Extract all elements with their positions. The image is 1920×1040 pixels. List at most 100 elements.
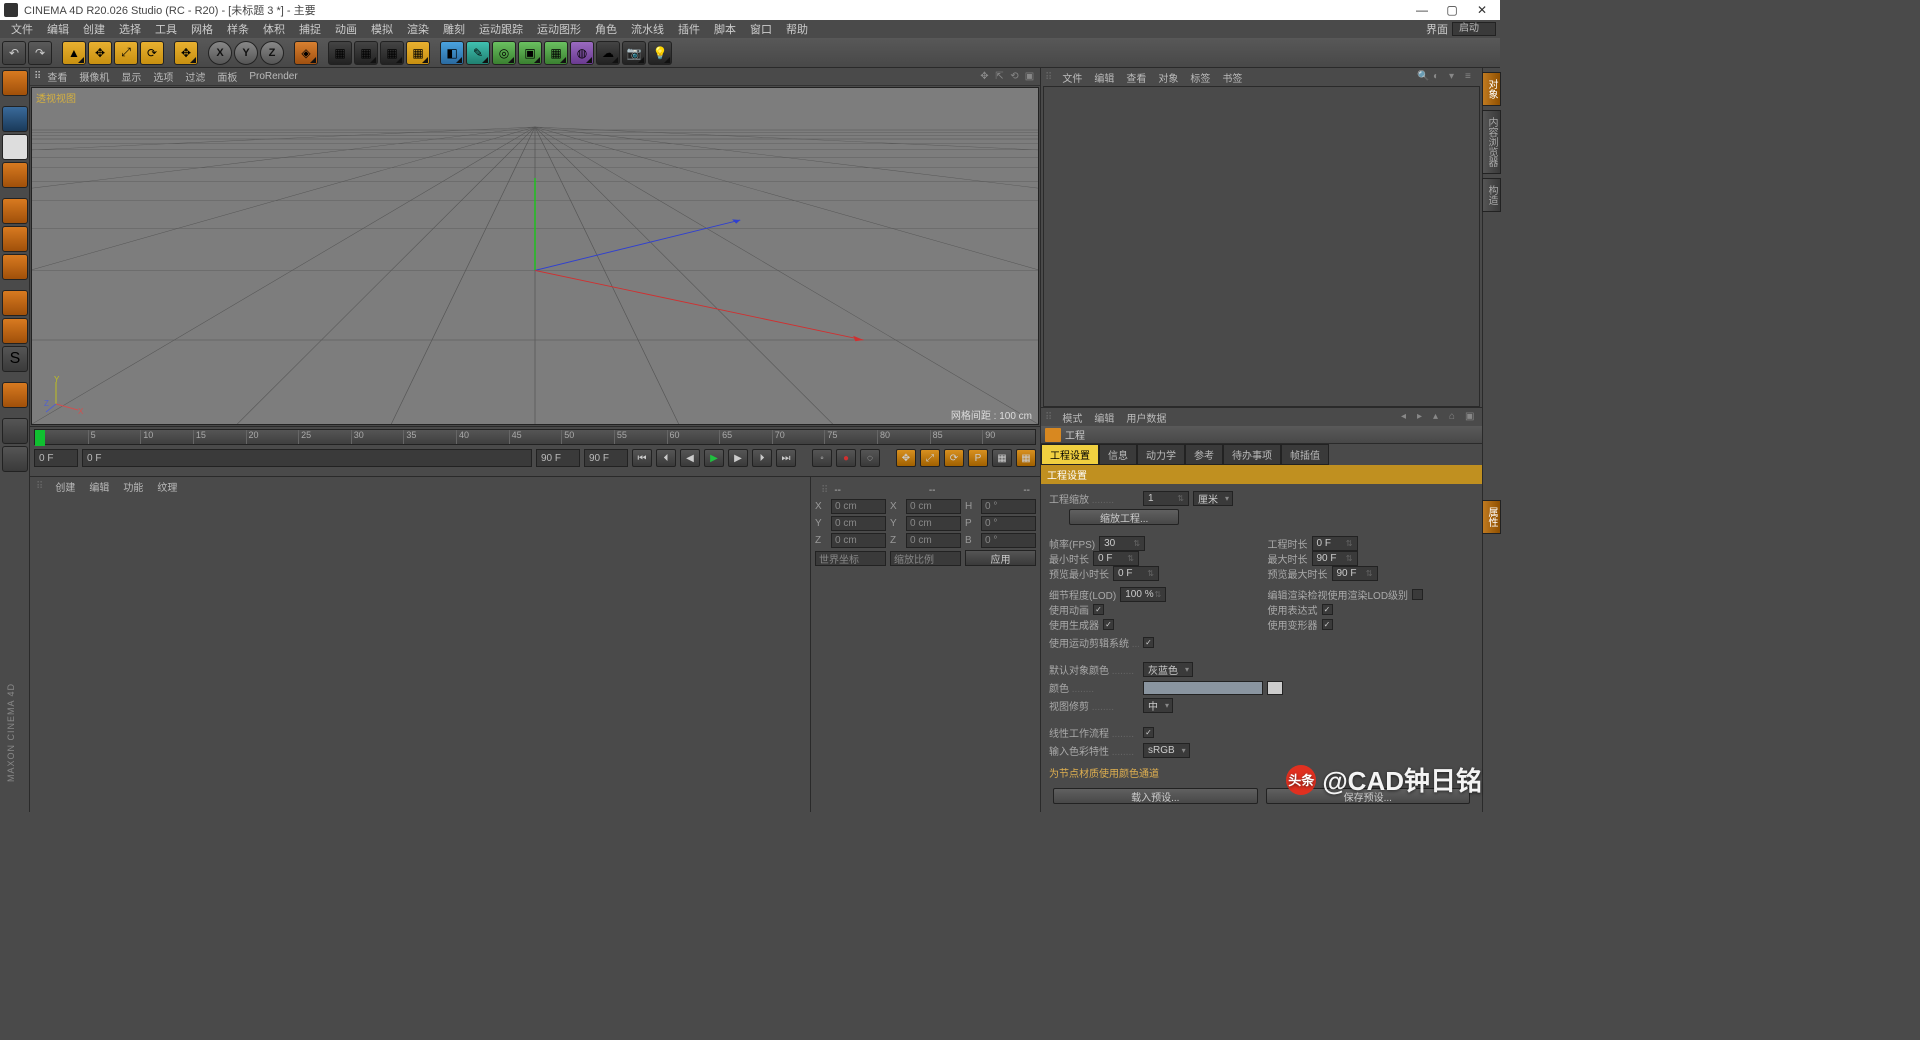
next-frame-button[interactable]: ▶ [728,449,748,467]
use-gen-check[interactable]: ✓ [1103,619,1114,630]
tab-dynamics[interactable]: 动力学 [1137,444,1185,465]
generator-button[interactable]: ◎ [492,41,516,65]
side-tab-structure[interactable]: 构造 [1482,178,1501,212]
array-button[interactable]: ▦ [544,41,568,65]
timeline-start-field[interactable]: 0 F [34,449,78,467]
mat-menu-texture[interactable]: 纹理 [151,479,183,494]
menu-file[interactable]: 文件 [4,21,40,37]
recent-tool[interactable]: ✥ [174,41,198,65]
obj-menu-edit[interactable]: 编辑 [1088,70,1120,85]
mat-menu-function[interactable]: 功能 [117,479,149,494]
magnet-tool-button[interactable] [2,382,28,408]
locked-workplane-button[interactable] [2,418,28,444]
menu-window[interactable]: 窗口 [743,21,779,37]
attr-menu-mode[interactable]: 模式 [1056,410,1088,425]
panel-grip-icon[interactable]: ⠿ [821,485,828,496]
menu-spline[interactable]: 样条 [220,21,256,37]
coord-space-dropdown[interactable]: 世界坐标 [815,551,886,566]
obj-menu-object[interactable]: 对象 [1152,70,1184,85]
maxtime-field[interactable]: 90 F⇅ [1312,551,1358,566]
panel-grip-icon[interactable]: ⠿ [1045,72,1052,83]
search-icon[interactable]: 🔍 [1417,71,1430,84]
use-def-check[interactable]: ✓ [1322,619,1333,630]
live-select-tool[interactable]: ▲ [62,41,86,65]
axis-mode-button[interactable] [2,290,28,316]
size-y-field[interactable]: 0 cm [906,516,961,531]
subdivision-button[interactable]: ▣ [518,41,542,65]
key-pos-button[interactable]: ✥ [896,449,916,467]
panel-grip-icon[interactable]: ⠿ [36,481,43,492]
use-anim-check[interactable]: ✓ [1093,604,1104,615]
obj-menu-tags[interactable]: 标签 [1184,70,1216,85]
edges-mode-button[interactable] [2,226,28,252]
scale-tool[interactable]: ⤢ [114,41,138,65]
record-key-button[interactable]: ◦ [812,449,832,467]
menu-snap[interactable]: 捕捉 [292,21,328,37]
spline-pen-button[interactable]: ✎ [466,41,490,65]
timeline-end-field[interactable]: 90 F [584,449,628,467]
menu-mesh[interactable]: 网格 [184,21,220,37]
lock-icon[interactable]: ▣ [1465,411,1478,424]
primitive-cube-button[interactable]: ◧ [440,41,464,65]
filter-icon[interactable]: ▾ [1449,71,1462,84]
obj-menu-view[interactable]: 查看 [1120,70,1152,85]
size-z-field[interactable]: 0 cm [906,533,961,548]
move-tool[interactable]: ✥ [88,41,112,65]
keyframe-sel-button[interactable]: ◌ [860,449,880,467]
pos-y-field[interactable]: 0 cm [831,516,886,531]
coord-system-button[interactable]: ◈ [294,41,318,65]
nav-up-icon[interactable]: ▴ [1433,411,1446,424]
menu-render[interactable]: 渲染 [400,21,436,37]
clip-dropdown[interactable]: 中 [1143,698,1173,713]
pos-z-field[interactable]: 0 cm [831,533,886,548]
tab-todo[interactable]: 待办事项 [1223,444,1281,465]
projtime-field[interactable]: 0 F⇅ [1312,536,1358,551]
key-pla-button[interactable]: ▦ [992,449,1012,467]
points-mode-button[interactable] [2,198,28,224]
render-settings-button[interactable]: ▦ [380,41,404,65]
tab-reference[interactable]: 参考 [1185,444,1223,465]
prev-key-button[interactable]: ⏴ [656,449,676,467]
menu-edit[interactable]: 编辑 [40,21,76,37]
obj-menu-bookmark[interactable]: 书签 [1216,70,1248,85]
x-axis-lock[interactable]: X [208,41,232,65]
eye-icon[interactable]: ◐ [1433,71,1446,84]
rotate-tool[interactable]: ⟳ [140,41,164,65]
goto-start-button[interactable]: ⏮ [632,449,652,467]
view-menu-display[interactable]: 显示 [115,69,147,84]
texture-mode-button[interactable] [2,134,28,160]
scale-project-button[interactable]: 缩放工程... [1069,509,1179,525]
z-axis-lock[interactable]: Z [260,41,284,65]
lod-field[interactable]: 100 %⇅ [1120,587,1166,602]
make-editable-button[interactable] [2,70,28,96]
use-expr-check[interactable]: ✓ [1322,604,1333,615]
timeline-current-field[interactable]: 0 F [82,449,532,467]
nav-back-icon[interactable]: ◂ [1401,411,1414,424]
nav-fwd-icon[interactable]: ▸ [1417,411,1430,424]
view-menu-view[interactable]: 查看 [41,69,73,84]
rot-h-field[interactable]: 0 ° [981,499,1036,514]
fps-field[interactable]: 30⇅ [1099,536,1145,551]
view-menu-filter[interactable]: 过滤 [179,69,211,84]
panel-grip-icon[interactable]: ⠿ [34,71,41,82]
view-menu-panel[interactable]: 面板 [211,69,243,84]
mintime-field[interactable]: 0 F⇅ [1093,551,1139,566]
close-button[interactable]: ✕ [1476,4,1488,16]
tab-project-settings[interactable]: 工程设置 [1041,444,1099,465]
rot-p-field[interactable]: 0 ° [981,516,1036,531]
viewport-zoom-icon[interactable]: ⇱ [993,70,1006,83]
viewport-pan-icon[interactable]: ✥ [978,70,991,83]
timeline-sliderend-field[interactable]: 90 F [536,449,580,467]
project-scale-unit-dropdown[interactable]: 厘米 [1193,491,1233,506]
timeline-ruler[interactable]: 05 1015 2025 3035 4045 5055 6065 7075 80… [34,429,1036,445]
menu-tools[interactable]: 工具 [148,21,184,37]
rot-b-field[interactable]: 0 ° [981,533,1036,548]
menu-pipeline[interactable]: 流水线 [624,21,671,37]
eyedropper-icon[interactable] [1267,681,1283,695]
menu-mograph[interactable]: 运动图形 [530,21,588,37]
menu-volume[interactable]: 体积 [256,21,292,37]
next-key-button[interactable]: ⏵ [752,449,772,467]
pos-x-field[interactable]: 0 cm [831,499,886,514]
model-mode-button[interactable] [2,106,28,132]
render-view-button[interactable]: ▦ [328,41,352,65]
